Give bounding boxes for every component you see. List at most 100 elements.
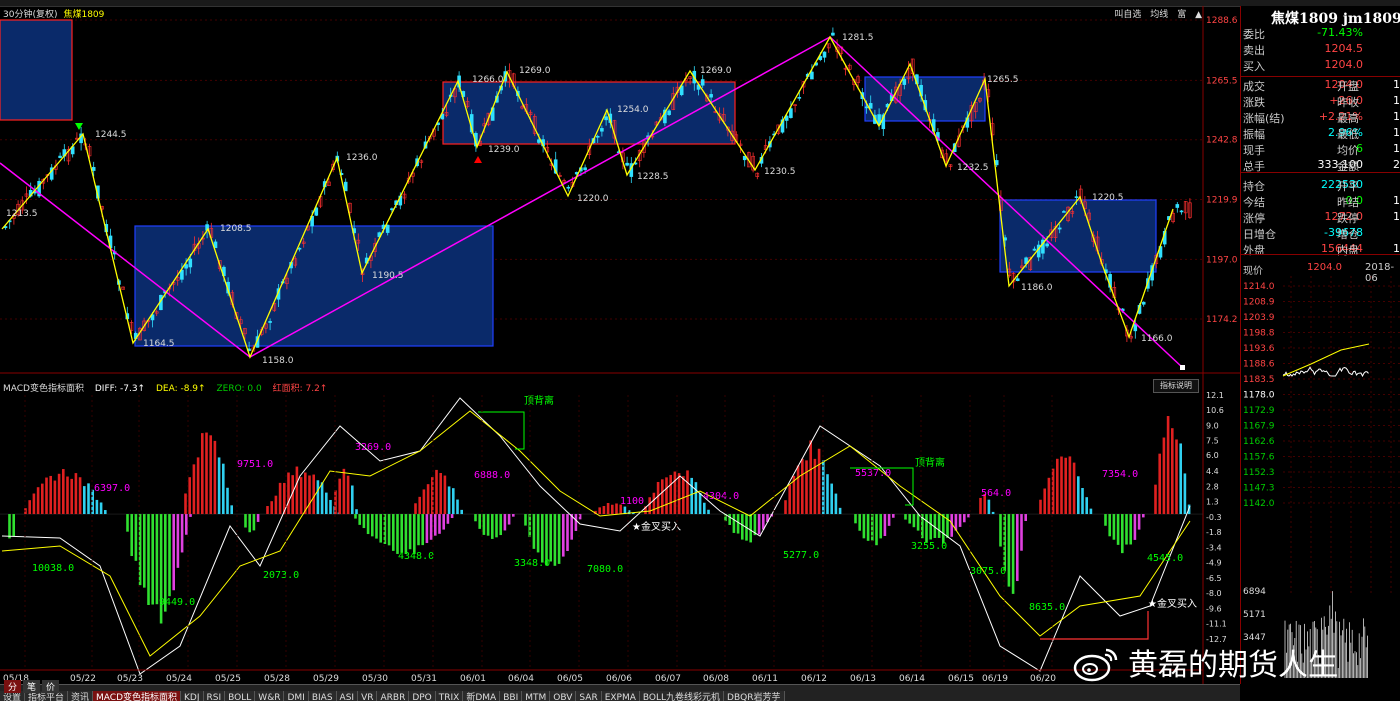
macd-bar	[904, 514, 907, 520]
price-label: 1220.0	[577, 194, 609, 204]
price-axis-tick: 1174.2	[1206, 315, 1238, 325]
date-tick: 06/06	[606, 674, 632, 684]
candle-body	[700, 79, 705, 86]
macd-bar	[456, 499, 459, 515]
macd-bar	[413, 514, 416, 554]
macd-bar	[383, 514, 387, 544]
quote-row: 持仓 222530 开平	[1243, 178, 1400, 194]
price-label: 1208.5	[220, 224, 252, 234]
macd-bar	[1133, 514, 1137, 540]
macd-bar	[762, 514, 765, 530]
macd-area-label: 9751.0	[237, 459, 273, 470]
quote-value: 1204.5	[1324, 42, 1364, 55]
macd-bar	[1011, 514, 1015, 594]
macd-area-label: 5537.0	[855, 468, 891, 479]
macd-bar	[351, 485, 354, 515]
mini-axis-tick: 1157.6	[1243, 453, 1275, 463]
macd-bar	[446, 514, 450, 524]
macd-area: 红面积: 7.2↑	[272, 384, 328, 394]
rich-button[interactable]: 富	[1177, 10, 1186, 20]
macd-bar	[830, 483, 833, 515]
quote-row: 今结 0.0 昨结 1	[1243, 194, 1400, 210]
macd-bar	[252, 514, 256, 531]
candle-body	[58, 155, 62, 158]
macd-bar	[329, 499, 332, 515]
macd-bar	[426, 484, 430, 515]
quote-label: 今结	[1243, 196, 1265, 209]
quote-label: 买入	[1243, 60, 1265, 73]
macd-axis-tick: -1.8	[1206, 528, 1222, 537]
macd-bar	[362, 514, 366, 529]
macd-header: MACD变色指标面积 DIFF: -7.3↑ DEA: -8.9↑ ZERO: …	[3, 381, 335, 394]
date-tick: 05/24	[166, 674, 192, 684]
quote-label: 委比	[1243, 28, 1265, 41]
macd-bar	[12, 514, 15, 537]
macd-bar	[189, 514, 192, 517]
collapse-button[interactable]: ▲	[1195, 10, 1202, 20]
macd-area-label: 9449.0	[159, 597, 195, 608]
macd-area-label: 8635.0	[1029, 602, 1065, 613]
macd-bar	[942, 514, 945, 544]
macd-area-label: 564.0	[981, 488, 1011, 499]
price-label: 1269.0	[519, 66, 551, 76]
macd-bar	[512, 514, 515, 517]
macd-bar	[1068, 456, 1072, 515]
macd-bar	[417, 514, 420, 546]
chart-area[interactable]: 1288.6 1265.5 1242.8 1219.9 1197.0 1174.2 1213…	[0, 6, 1240, 684]
intraday-chart[interactable]: 1214.0 1208.9 1203.9 1198.8 1193.6 1188.6 1183…	[1241, 276, 1400, 684]
macd-bar	[788, 484, 791, 515]
macd-bar	[937, 514, 941, 538]
macd-bar	[270, 501, 273, 515]
candle-body	[297, 247, 302, 250]
macd-bar	[256, 514, 260, 522]
macd-bar	[661, 479, 664, 515]
price-label: 1186.0	[1021, 283, 1053, 293]
quote-label: 开平	[1337, 180, 1359, 193]
macd-bar	[438, 514, 441, 534]
volume-axis-tick: 5171	[1243, 610, 1266, 620]
macd-bar	[925, 514, 928, 543]
quote-label: 现手	[1243, 144, 1265, 157]
macd-bar	[1158, 453, 1161, 515]
macd-bar	[817, 448, 821, 515]
ma-button[interactable]: 均线	[1150, 10, 1168, 20]
quote-tab[interactable]: 笔	[23, 680, 41, 693]
sell-arrow-icon	[474, 156, 482, 163]
macd-bar	[834, 493, 838, 515]
quote-tab[interactable]: 价	[42, 680, 60, 693]
macd-bar	[491, 514, 494, 539]
macd-bar	[87, 483, 90, 515]
candle-body	[385, 224, 390, 233]
price-label: 1281.5	[842, 33, 874, 43]
macd-bar	[562, 514, 565, 557]
macd-bar	[222, 463, 225, 515]
price-axis-tick: 1288.6	[1206, 16, 1238, 26]
add-favorite-button[interactable]: 叫自选	[1114, 10, 1141, 20]
macd-bar	[62, 469, 65, 515]
macd-bar	[143, 514, 146, 588]
date-tick: 06/11	[752, 674, 778, 684]
macd-bar	[677, 473, 681, 515]
macd-bar	[138, 514, 142, 586]
date-tick: 06/08	[703, 674, 729, 684]
macd-bar	[1043, 488, 1046, 515]
macd-bar	[366, 514, 370, 535]
macd-bar	[499, 514, 502, 536]
kline-chart[interactable]: 1288.6 1265.5 1242.8 1219.9 1197.0 1174.2 1213…	[0, 6, 1240, 684]
macd-bar	[615, 503, 618, 515]
quote-label: 最高	[1337, 112, 1359, 125]
macd-bar	[155, 514, 159, 605]
macd-bar	[248, 514, 251, 533]
quote-value: 1	[1393, 210, 1400, 223]
quote-tab[interactable]: 分	[4, 680, 22, 693]
quote-row: 成交 1204.0 开盘 1	[1243, 78, 1400, 94]
macd-bar	[53, 480, 57, 515]
indicator-explain-button[interactable]: 指标说明	[1153, 379, 1199, 393]
date-tick: 06/07	[655, 674, 681, 684]
macd-bar	[532, 514, 536, 549]
mini-axis-tick: 1142.0	[1243, 499, 1275, 509]
candle-body	[180, 269, 184, 280]
macd-bar	[184, 493, 187, 515]
quote-label: 卖出	[1243, 44, 1265, 57]
macd-bar	[1125, 514, 1128, 545]
